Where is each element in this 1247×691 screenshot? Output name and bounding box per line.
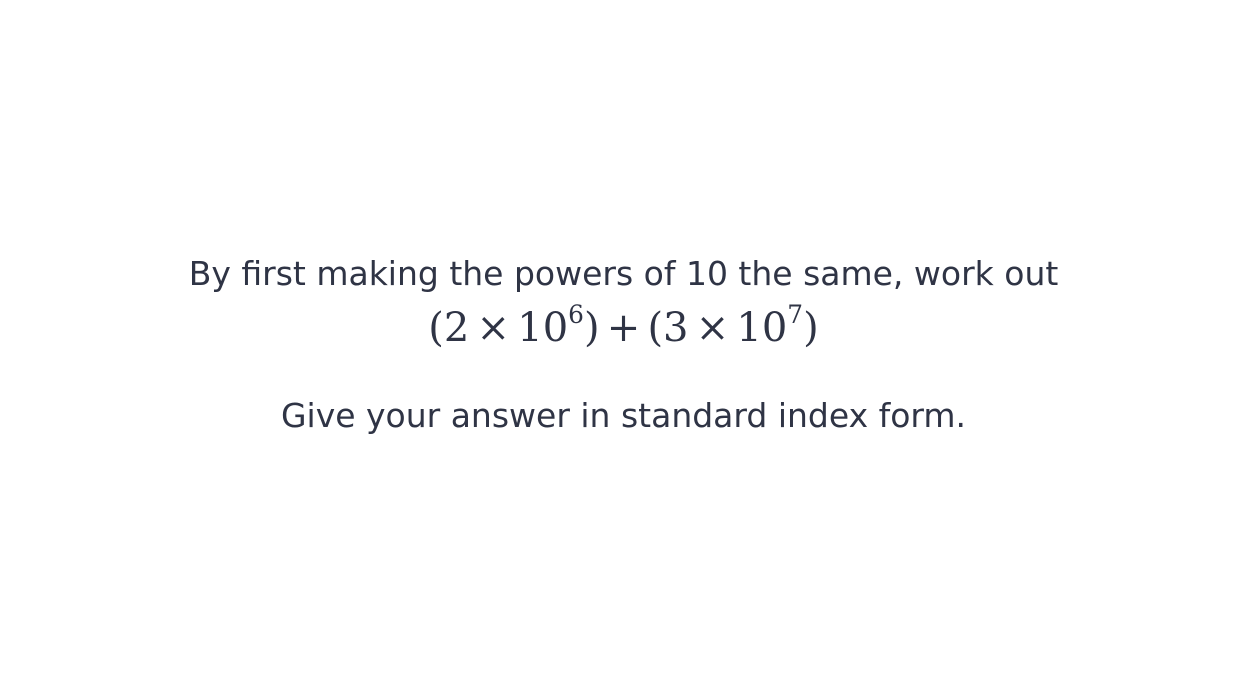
base-1-value: 10 [517,305,569,351]
open-paren-1: ( [428,305,444,351]
base-2: 107 [736,302,803,354]
close-paren-1: ) [583,305,600,351]
base-2-value: 10 [736,305,788,351]
exponent-2: 7 [787,300,804,330]
answer-instruction: Give your answer in standard index form. [280,396,967,435]
coefficient-1: 2 [443,305,470,351]
open-paren-2: ( [647,305,664,351]
math-expression: (2 × 106) + (3 × 107) [0,302,1247,354]
plus-sign: + [606,305,641,351]
close-paren-2: ) [803,305,819,351]
question-prompt: By first making the powers of 10 the sam… [188,254,1059,293]
times-sign-1: × [476,305,511,351]
question-block: By first making the powers of 10 the sam… [0,254,1247,354]
base-1: 106 [517,302,584,354]
coefficient-2: 3 [663,305,689,351]
times-sign-2: × [695,305,730,351]
question-page: By first making the powers of 10 the sam… [0,0,1247,691]
exponent-1: 6 [568,300,584,330]
